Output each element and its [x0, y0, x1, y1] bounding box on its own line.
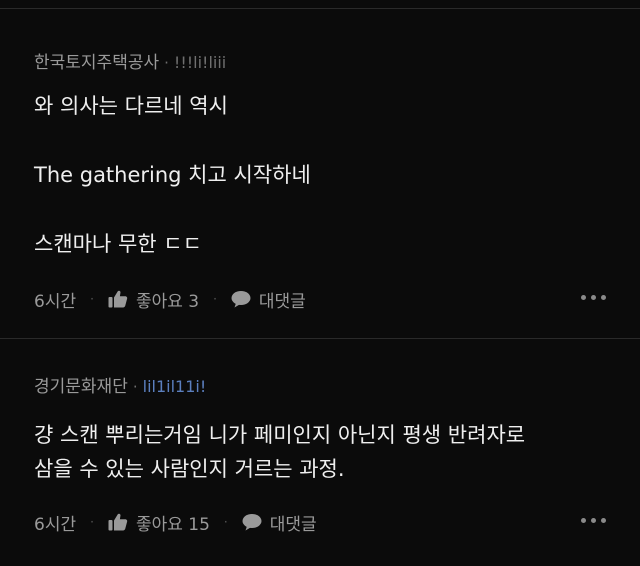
like-button[interactable]: 좋아요 3 [108, 287, 199, 312]
more-dots-icon [601, 295, 606, 300]
header-separator: · [164, 54, 169, 72]
timestamp: 6시간 [34, 514, 77, 535]
like-label: 좋아요 3 [135, 291, 200, 312]
more-options-button[interactable] [581, 295, 606, 300]
footer-separator: · [213, 292, 217, 306]
like-button[interactable]: 좋아요 15 [108, 510, 210, 535]
author-handle[interactable]: !!!li!liii [174, 53, 226, 72]
comment-line: 삼을 수 있는 사람인지 거르는 과정. [34, 457, 345, 481]
more-dots-icon [581, 518, 586, 523]
footer-separator: · [223, 515, 228, 529]
more-dots-icon [591, 295, 596, 300]
comment-line: 스캔마나 무한 ㄷㄷ [34, 232, 202, 256]
footer-separator: · [90, 292, 94, 306]
author-name[interactable]: 경기문화재단 [34, 372, 128, 397]
speech-bubble-icon [242, 514, 262, 531]
footer-separator: · [90, 515, 94, 529]
speech-bubble-icon [231, 291, 251, 308]
comment-header: 경기문화재단 · lil1il11i! [34, 372, 206, 397]
like-label: 좋아요 15 [135, 514, 210, 535]
comment-header: 한국토지주택공사 · !!!li!liii [34, 48, 226, 73]
author-name[interactable]: 한국토지주택공사 [34, 48, 159, 73]
more-options-button[interactable] [581, 518, 606, 523]
comment-card: 한국토지주택공사 · !!!li!liii 와 의사는 다르네 역시 The g… [0, 9, 640, 338]
reply-label: 대댓글 [258, 291, 306, 312]
thumbs-up-icon [108, 513, 128, 531]
comment-footer: 6시간 · 좋아요 3 · 대댓글 [34, 287, 606, 312]
more-dots-icon [591, 518, 596, 523]
author-handle[interactable]: lil1il11i! [143, 377, 207, 396]
more-dots-icon [601, 518, 606, 523]
comment-card: 경기문화재단 · lil1il11i! 걍 스캔 뿌리는거임 니가 페미인지 아… [0, 339, 640, 566]
comment-line: The gathering 치고 시작하네 [34, 163, 311, 187]
comment-line: 걍 스캔 뿌리는거임 니가 페미인지 아닌지 평생 반려자로 [34, 423, 526, 447]
thumbs-up-icon [108, 290, 128, 308]
more-dots-icon [581, 295, 586, 300]
timestamp: 6시간 [34, 291, 77, 312]
comment-footer: 6시간 · 좋아요 15 · 대댓글 [34, 510, 606, 535]
header-separator: · [132, 378, 138, 396]
reply-button[interactable]: 대댓글 [231, 287, 306, 312]
reply-button[interactable]: 대댓글 [242, 510, 317, 535]
comment-line: 와 의사는 다르네 역시 [34, 94, 228, 118]
reply-label: 대댓글 [269, 514, 317, 535]
